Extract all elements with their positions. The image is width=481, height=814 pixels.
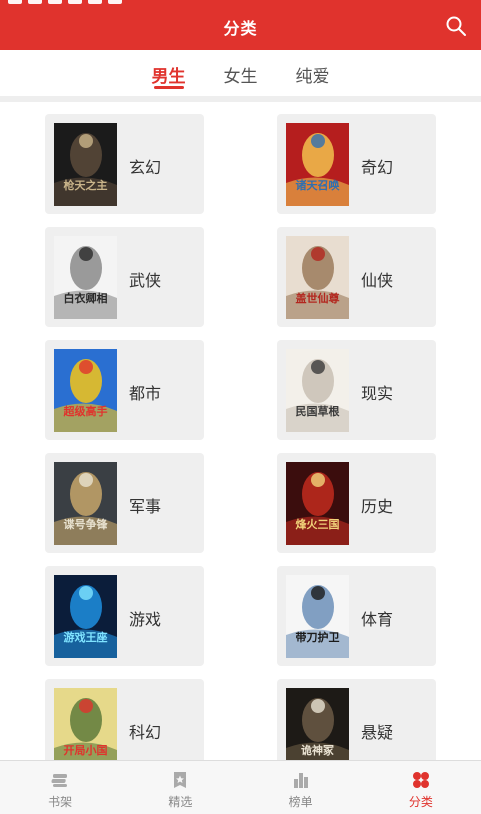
- svg-text:谍号争锋: 谍号争锋: [64, 517, 109, 531]
- book-cover-image: 谍号争锋: [54, 462, 117, 545]
- svg-text:带刀护卫: 带刀护卫: [296, 630, 340, 644]
- bottom-nav: 书架 精选 榜单 分类: [0, 760, 481, 814]
- featured-star-icon: [174, 772, 187, 788]
- category-label: 历史: [361, 497, 394, 516]
- page-title: 分类: [223, 19, 258, 38]
- svg-text:超级高手: 超级高手: [63, 404, 108, 418]
- svg-text:民国草根: 民国草根: [296, 404, 341, 418]
- svg-text:诡神冢: 诡神冢: [301, 743, 334, 757]
- nav-ranking[interactable]: 榜单: [241, 761, 361, 814]
- category-label: 武侠: [129, 271, 162, 290]
- svg-text:白衣卿相: 白衣卿相: [64, 291, 108, 305]
- book-cover-image: 带刀护卫: [286, 575, 349, 658]
- category-label: 悬疑: [361, 723, 394, 742]
- nav-label: 分类: [408, 795, 433, 809]
- book-cover-image: 游戏王座: [54, 575, 117, 658]
- bookshelf-icon: [51, 774, 68, 787]
- category-card-junshi[interactable]: 谍号争锋 军事: [45, 453, 204, 553]
- tab-female[interactable]: 女生: [224, 50, 258, 98]
- tab-male[interactable]: 男生: [152, 50, 186, 98]
- category-label: 现实: [361, 384, 394, 403]
- svg-text:烽火三国: 烽火三国: [296, 517, 340, 531]
- category-label: 科幻: [129, 723, 162, 742]
- category-card-xianshi[interactable]: 民国草根 现实: [277, 340, 436, 440]
- svg-text:盖世仙尊: 盖世仙尊: [296, 291, 340, 305]
- nav-label: 精选: [168, 795, 193, 809]
- category-card-lishi[interactable]: 烽火三国 历史: [277, 453, 436, 553]
- nav-bookshelf[interactable]: 书架: [0, 761, 120, 814]
- nav-category[interactable]: 分类: [361, 761, 481, 814]
- svg-text:开局小国: 开局小国: [64, 743, 108, 757]
- book-cover-image: 盖世仙尊: [286, 236, 349, 319]
- category-grid: 枪天之主 玄幻 诸天召唤 奇幻 白衣卿相 武侠 盖世仙尊 仙侠 超级高手 都市 …: [45, 114, 436, 779]
- category-grid-icon: [412, 772, 429, 788]
- category-label: 体育: [361, 610, 394, 629]
- svg-text:游戏王座: 游戏王座: [64, 630, 108, 644]
- status-bar-remnant: [8, 0, 122, 4]
- ranking-bars-icon: [293, 773, 308, 788]
- category-label: 游戏: [129, 610, 162, 629]
- gender-tabs: 男生 女生 纯爱: [0, 50, 481, 98]
- app-header: 分类: [0, 0, 481, 50]
- book-cover-image: 超级高手: [54, 349, 117, 432]
- search-icon[interactable]: [445, 15, 467, 37]
- category-card-tiyu[interactable]: 带刀护卫 体育: [277, 566, 436, 666]
- category-label: 仙侠: [361, 271, 394, 290]
- category-card-wuxia[interactable]: 白衣卿相 武侠: [45, 227, 204, 327]
- category-card-dushi[interactable]: 超级高手 都市: [45, 340, 204, 440]
- tab-boys-love[interactable]: 纯爱: [296, 50, 330, 98]
- category-label: 玄幻: [129, 158, 162, 177]
- nav-label: 书架: [48, 795, 73, 809]
- book-cover-image: 开局小国: [54, 688, 117, 771]
- category-label: 都市: [129, 384, 162, 403]
- category-card-qihuan[interactable]: 诸天召唤 奇幻: [277, 114, 436, 214]
- category-label: 奇幻: [361, 158, 394, 177]
- book-cover-image: 诡神冢: [286, 688, 349, 771]
- book-cover-image: 枪天之主: [54, 123, 117, 206]
- nav-label: 榜单: [288, 795, 313, 809]
- svg-text:诸天召唤: 诸天召唤: [296, 178, 340, 192]
- nav-featured[interactable]: 精选: [120, 761, 240, 814]
- book-cover-image: 烽火三国: [286, 462, 349, 545]
- category-label: 军事: [129, 497, 162, 516]
- category-card-xianxia[interactable]: 盖世仙尊 仙侠: [277, 227, 436, 327]
- svg-text:枪天之主: 枪天之主: [64, 178, 108, 192]
- category-card-youxi[interactable]: 游戏王座 游戏: [45, 566, 204, 666]
- book-cover-image: 民国草根: [286, 349, 349, 432]
- section-divider: [0, 96, 481, 102]
- book-cover-image: 诸天召唤: [286, 123, 349, 206]
- book-cover-image: 白衣卿相: [54, 236, 117, 319]
- category-card-xuanhuan[interactable]: 枪天之主 玄幻: [45, 114, 204, 214]
